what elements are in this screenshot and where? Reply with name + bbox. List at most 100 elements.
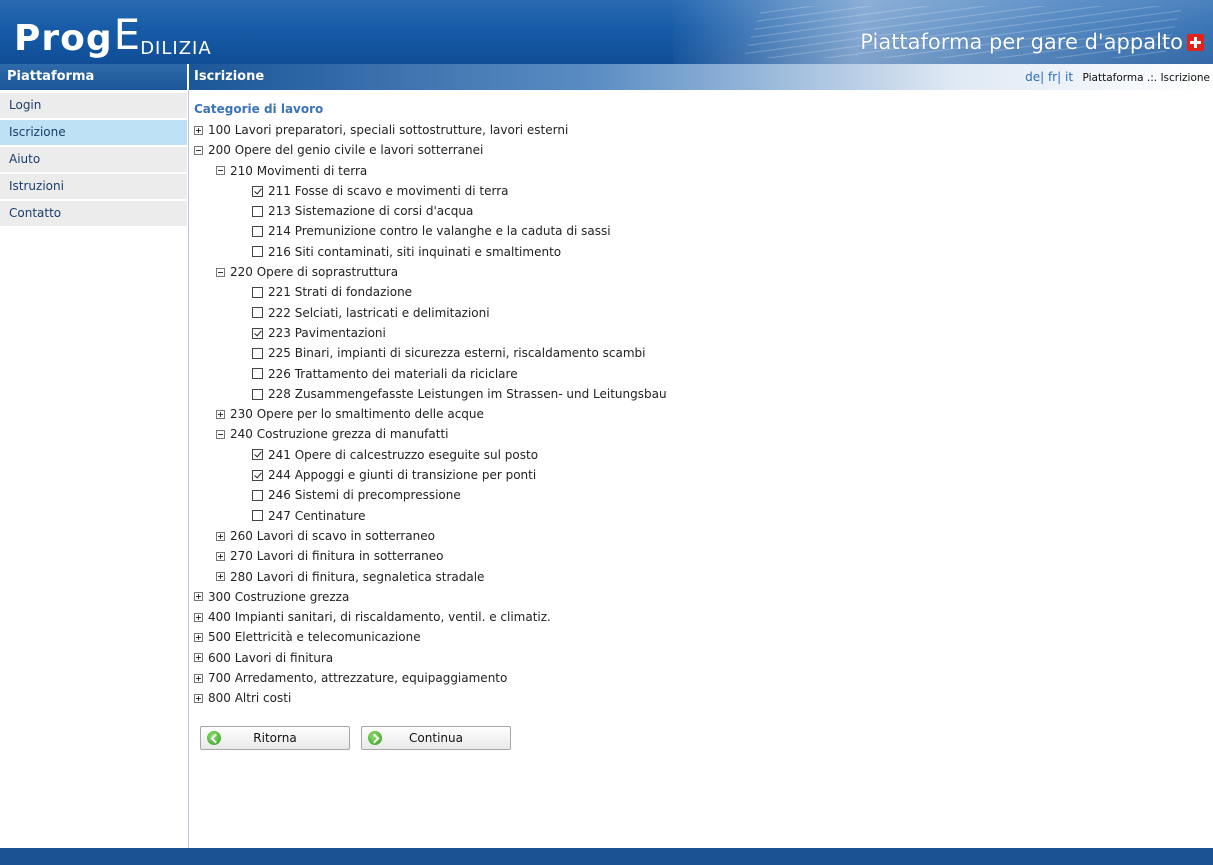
collapse-icon[interactable] — [194, 145, 203, 155]
category-group-row: 500 Elettricità e telecomunicazione — [194, 627, 1204, 647]
category-label[interactable]: 241 Opere di calcestruzzo eseguite sul p… — [268, 445, 538, 465]
category-group-row: 700 Arredamento, attrezzature, equipaggi… — [194, 668, 1204, 688]
category-label[interactable]: 240 Costruzione grezza di manufatti — [230, 424, 449, 444]
category-label[interactable]: 500 Elettricità e telecomunicazione — [208, 627, 421, 647]
category-group-row: 210 Movimenti di terra — [194, 161, 1204, 181]
category-label[interactable]: 260 Lavori di scavo in sotterraneo — [230, 526, 435, 546]
logo-dilizia: DILIZIA — [140, 38, 212, 59]
category-label[interactable]: 246 Sistemi di precompressione — [268, 485, 461, 505]
collapse-icon[interactable] — [216, 267, 225, 277]
expand-icon[interactable] — [216, 572, 225, 582]
main-content: Categorie di lavoro 100 Lavori preparato… — [194, 100, 1204, 709]
logo[interactable]: ProgEDILIZIA — [14, 10, 212, 59]
sidebar-item-contatto[interactable]: Contatto — [0, 201, 187, 228]
category-label[interactable]: 247 Centinature — [268, 506, 365, 526]
category-label[interactable]: 222 Selciati, lastricati e delimitazioni — [268, 303, 490, 323]
category-group-row: 270 Lavori di finitura in sotterraneo — [194, 546, 1204, 566]
category-checkbox[interactable] — [252, 185, 263, 197]
breadcrumb: Piattaforma .:. Iscrizione — [1082, 72, 1210, 84]
category-label[interactable]: 800 Altri costi — [208, 688, 291, 708]
category-checkbox-row: 223 Pavimentazioni — [194, 323, 1204, 343]
category-checkbox[interactable] — [252, 469, 263, 481]
category-group-row: 200 Opere del genio civile e lavori sott… — [194, 140, 1204, 160]
sidebar-item-aiuto[interactable]: Aiuto — [0, 147, 187, 174]
expand-icon[interactable] — [194, 612, 203, 622]
category-label[interactable]: 221 Strati di fondazione — [268, 282, 412, 302]
sidebar-item-istruzioni[interactable]: Istruzioni — [0, 174, 187, 201]
category-label[interactable]: 211 Fosse di scavo e movimenti di terra — [268, 181, 509, 201]
category-label[interactable]: 230 Opere per lo smaltimento delle acque — [230, 404, 484, 424]
category-label[interactable]: 270 Lavori di finitura in sotterraneo — [230, 546, 443, 566]
category-label[interactable]: 200 Opere del genio civile e lavori sott… — [208, 140, 483, 160]
header-banner: ProgEDILIZIA Piattaforma per gare d'appa… — [0, 0, 1213, 64]
category-label[interactable]: 226 Trattamento dei materiali da ricicla… — [268, 364, 518, 384]
category-label[interactable]: 228 Zusammengefasste Leistungen im Stras… — [268, 384, 667, 404]
category-label[interactable]: 213 Sistemazione di corsi d'acqua — [268, 201, 473, 221]
collapse-icon[interactable] — [216, 166, 225, 176]
category-label[interactable]: 220 Opere di soprastruttura — [230, 262, 398, 282]
category-group-row: 280 Lavori di finitura, segnaletica stra… — [194, 567, 1204, 587]
expand-icon[interactable] — [194, 633, 203, 643]
collapse-icon[interactable] — [216, 430, 225, 440]
category-checkbox-row: 211 Fosse di scavo e movimenti di terra — [194, 181, 1204, 201]
expand-icon[interactable] — [216, 551, 225, 561]
category-checkbox-row: 244 Appoggi e giunti di transizione per … — [194, 465, 1204, 485]
expand-icon[interactable] — [194, 125, 203, 135]
logo-prog: Prog — [14, 18, 113, 59]
expand-icon[interactable] — [194, 592, 203, 602]
category-checkbox[interactable] — [252, 489, 263, 501]
lang-it-link[interactable]: it — [1065, 70, 1073, 84]
category-checkbox[interactable] — [252, 388, 263, 400]
expand-icon[interactable] — [194, 673, 203, 683]
lang-fr-link[interactable]: fr — [1048, 70, 1057, 84]
category-label[interactable]: 280 Lavori di finitura, segnaletica stra… — [230, 567, 484, 587]
category-label[interactable]: 700 Arredamento, attrezzature, equipaggi… — [208, 668, 507, 688]
expand-icon[interactable] — [216, 409, 225, 419]
swiss-flag-icon — [1187, 34, 1204, 51]
category-label[interactable]: 210 Movimenti di terra — [230, 161, 367, 181]
category-checkbox[interactable] — [252, 205, 263, 217]
category-checkbox[interactable] — [252, 327, 263, 339]
category-label[interactable]: 216 Siti contaminati, siti inquinati e s… — [268, 242, 561, 262]
category-checkbox[interactable] — [252, 449, 263, 461]
arrow-left-icon — [207, 731, 221, 745]
sidebar-item-iscrizione[interactable]: Iscrizione — [0, 120, 187, 147]
back-button-label: Ritorna — [253, 731, 297, 745]
category-checkbox[interactable] — [252, 368, 263, 380]
category-group-row: 220 Opere di soprastruttura — [194, 262, 1204, 282]
category-label[interactable]: 100 Lavori preparatori, speciali sottost… — [208, 120, 568, 140]
category-label[interactable]: 300 Costruzione grezza — [208, 587, 349, 607]
lang-de-link[interactable]: de — [1025, 70, 1040, 84]
category-label[interactable]: 244 Appoggi e giunti di transizione per … — [268, 465, 536, 485]
category-label[interactable]: 400 Impianti sanitari, di riscaldamento,… — [208, 607, 551, 627]
category-checkbox-row: 222 Selciati, lastricati e delimitazioni — [194, 303, 1204, 323]
category-checkbox[interactable] — [252, 307, 263, 319]
sidebar-item-login[interactable]: Login — [0, 93, 187, 120]
category-checkbox-row: 213 Sistemazione di corsi d'acqua — [194, 201, 1204, 221]
category-checkbox[interactable] — [252, 510, 263, 522]
arrow-right-icon — [368, 731, 382, 745]
category-label[interactable]: 223 Pavimentazioni — [268, 323, 386, 343]
expand-icon[interactable] — [194, 693, 203, 703]
category-checkbox[interactable] — [252, 226, 263, 238]
category-label[interactable]: 225 Binari, impianti di sicurezza estern… — [268, 343, 645, 363]
category-checkbox-row: 246 Sistemi di precompressione — [194, 485, 1204, 505]
expand-icon[interactable] — [194, 653, 203, 663]
category-group-row: 260 Lavori di scavo in sotterraneo — [194, 526, 1204, 546]
category-checkbox-row: 225 Binari, impianti di sicurezza estern… — [194, 343, 1204, 363]
category-group-row: 300 Costruzione grezza — [194, 587, 1204, 607]
continue-button[interactable]: Continua — [361, 726, 511, 750]
back-button[interactable]: Ritorna — [200, 726, 350, 750]
category-checkbox[interactable] — [252, 287, 263, 299]
page-title: Iscrizione — [194, 69, 265, 84]
top-right-links: de| fr| it Piattaforma .:. Iscrizione — [1025, 70, 1210, 84]
category-label[interactable]: 214 Premunizione contro le valanghe e la… — [268, 221, 611, 241]
category-checkbox-row: 216 Siti contaminati, siti inquinati e s… — [194, 242, 1204, 262]
category-checkbox[interactable] — [252, 347, 263, 359]
category-checkbox[interactable] — [252, 246, 263, 258]
category-group-row: 230 Opere per lo smaltimento delle acque — [194, 404, 1204, 424]
expand-icon[interactable] — [216, 531, 225, 541]
category-label[interactable]: 600 Lavori di finitura — [208, 648, 333, 668]
category-checkbox-row: 221 Strati di fondazione — [194, 282, 1204, 302]
divider — [188, 90, 189, 848]
